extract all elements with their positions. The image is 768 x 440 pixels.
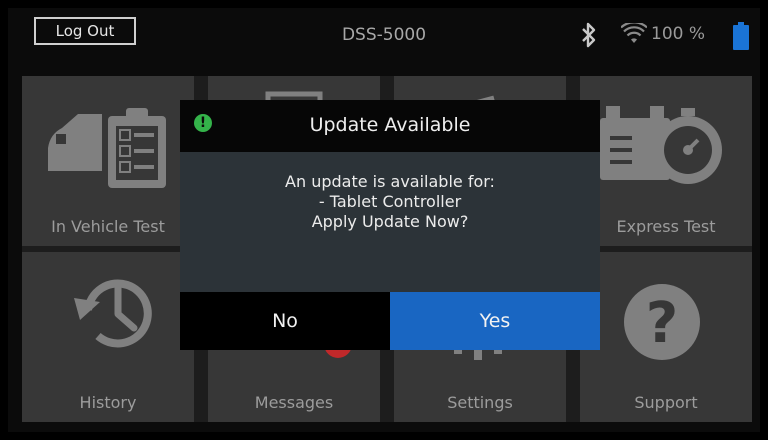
no-button[interactable]: No: [180, 292, 390, 350]
device-screen: Log Out DSS-5000 100 % In Vehicle Test E…: [8, 8, 760, 432]
message-line: - Tablet Controller: [318, 192, 462, 211]
dialog-header: ! Update Available: [180, 100, 600, 152]
update-dialog: ! Update Available An update is availabl…: [180, 100, 600, 350]
dialog-message: An update is available for: - Tablet Con…: [180, 172, 600, 232]
dialog-title: Update Available: [309, 114, 471, 136]
message-line: Apply Update Now?: [311, 212, 469, 231]
modal-overlay: ! Update Available An update is availabl…: [8, 8, 760, 432]
yes-button[interactable]: Yes: [390, 292, 600, 350]
message-line: An update is available for:: [285, 172, 495, 191]
